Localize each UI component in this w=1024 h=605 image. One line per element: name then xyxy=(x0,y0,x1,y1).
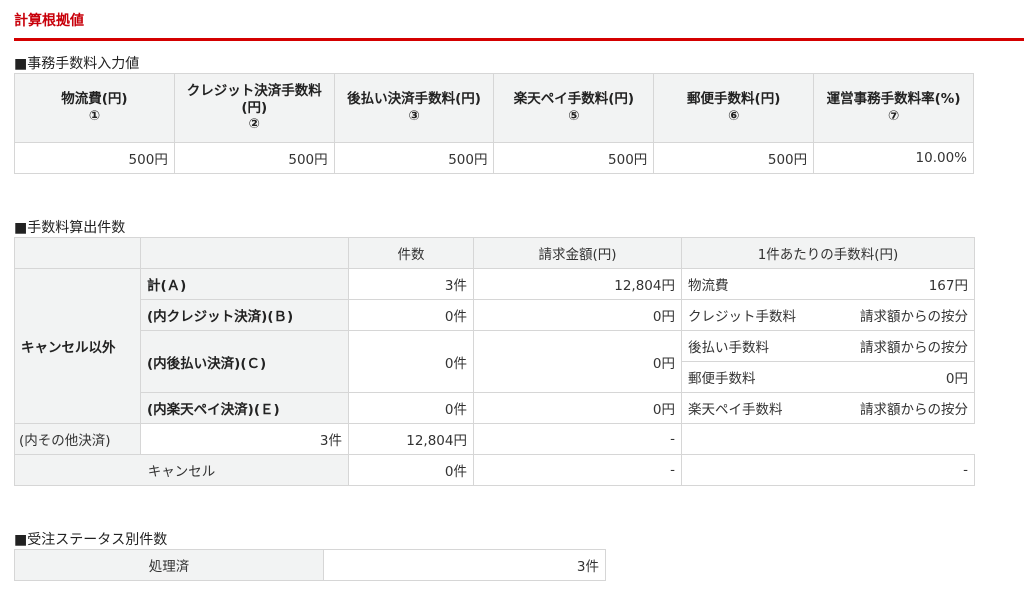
row-label: (内クレジット決済)(Ｂ) xyxy=(140,299,349,331)
status-count: 3件 xyxy=(323,549,606,581)
dash-cell: - xyxy=(473,423,682,455)
count-cell: 0件 xyxy=(348,330,474,393)
value-cell: 500円 xyxy=(653,142,815,174)
value-cell: 500円 xyxy=(14,142,175,174)
title-divider xyxy=(14,38,1024,41)
row-label: (内後払い決済)(Ｃ) xyxy=(140,330,349,393)
count-cell: 0件 xyxy=(348,454,474,486)
fee-counts-table: 件数 請求金額(円) 1件あたりの手数料(円) キャンセル以外 計(Ａ) 3件 … xyxy=(14,237,975,486)
header-cell: 後払い決済手数料(円) ③ xyxy=(333,73,495,143)
count-cell: 3件 xyxy=(348,268,474,300)
section-fee-inputs-title: ■事務手数料入力値 xyxy=(14,56,140,72)
header-per-fee: 1件あたりの手数料(円) xyxy=(681,237,975,269)
section-counts-title: ■手数料算出件数 xyxy=(14,220,126,236)
fee-cell: 楽天ペイ手数料 請求額からの按分 xyxy=(681,392,975,424)
amount-cell: 12,804円 xyxy=(348,423,474,455)
value-cell: 500円 xyxy=(493,142,655,174)
amount-cell: 12,804円 xyxy=(473,268,682,300)
fee-cell: 物流費 167円 xyxy=(681,268,975,300)
section-status-title: ■受注ステータス別件数 xyxy=(14,532,168,548)
header-cell: 物流費(円) ① xyxy=(14,73,175,143)
value-cell: 10.00% xyxy=(813,142,974,174)
amount-cell: - xyxy=(473,454,682,486)
amount-cell: 0円 xyxy=(473,299,682,331)
empty-header xyxy=(14,237,141,269)
page-title: 計算根拠値 xyxy=(14,13,84,29)
header-cell: 運営事務手数料率(%) ⑦ xyxy=(813,73,974,143)
amount-cell: 0円 xyxy=(473,392,682,424)
amount-cell: 0円 xyxy=(473,330,682,393)
header-count: 件数 xyxy=(348,237,474,269)
empty-cell xyxy=(681,423,975,455)
fee-inputs-table: 物流費(円) ① クレジット決済手数料(円) ② 後払い決済手数料(円) ③ 楽天ペイ… xyxy=(14,73,974,174)
status-label: 処理済 xyxy=(14,549,324,581)
fee-cell: 郵便手数料 0円 xyxy=(681,361,975,393)
group-non-cancel: キャンセル以外 xyxy=(14,268,141,424)
count-cell: 0件 xyxy=(348,299,474,331)
header-cell: クレジット決済手数料(円) ② xyxy=(173,73,335,143)
header-amount: 請求金額(円) xyxy=(473,237,682,269)
count-cell: 0件 xyxy=(348,392,474,424)
row-label: (内楽天ペイ決済)(Ｅ) xyxy=(140,392,349,424)
fee-cell: - xyxy=(681,454,975,486)
value-cell: 500円 xyxy=(173,142,335,174)
row-label-other: (内その他決済) xyxy=(14,423,141,455)
value-cell: 500円 xyxy=(333,142,495,174)
status-counts-table: 処理済 3件 xyxy=(14,549,606,581)
header-cell: 楽天ペイ手数料(円) ⑤ xyxy=(493,73,655,143)
empty-header xyxy=(140,237,349,269)
fee-cell: 後払い手数料 請求額からの按分 xyxy=(681,330,975,362)
count-cell: 3件 xyxy=(140,423,349,455)
row-label: 計(Ａ) xyxy=(140,268,349,300)
fee-cell: クレジット手数料 請求額からの按分 xyxy=(681,299,975,331)
header-cell: 郵便手数料(円) ⑥ xyxy=(653,73,815,143)
row-label-cancel: キャンセル xyxy=(14,454,349,486)
